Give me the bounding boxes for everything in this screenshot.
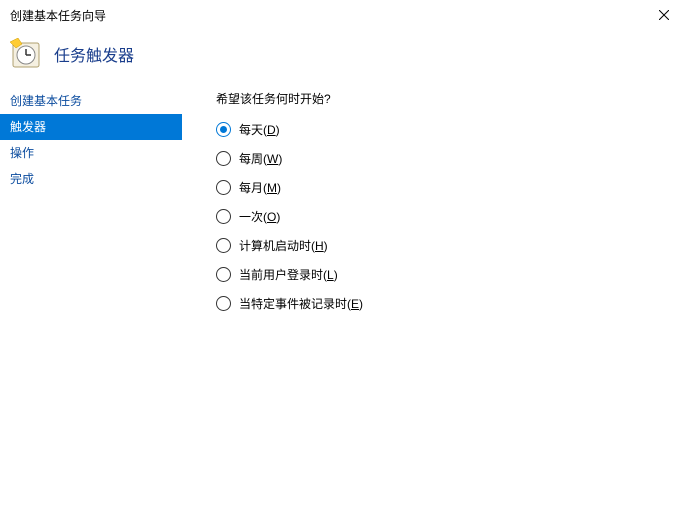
radio-label: 当特定事件被记录时(E) bbox=[239, 295, 363, 312]
radio-icon bbox=[216, 267, 231, 282]
radio-label: 每月(M) bbox=[239, 179, 281, 196]
sidebar-item-0[interactable]: 创建基本任务 bbox=[0, 88, 182, 114]
close-button[interactable] bbox=[644, 1, 684, 29]
page-title: 任务触发器 bbox=[54, 42, 134, 66]
sidebar: 创建基本任务触发器操作完成 bbox=[0, 88, 182, 506]
trigger-option-w[interactable]: 每周(W) bbox=[216, 150, 668, 167]
radio-icon bbox=[216, 296, 231, 311]
radio-icon bbox=[216, 122, 231, 137]
trigger-option-l[interactable]: 当前用户登录时(L) bbox=[216, 266, 668, 283]
close-icon bbox=[659, 10, 669, 20]
radio-icon bbox=[216, 151, 231, 166]
content-pane: 希望该任务何时开始? 每天(D) 每周(W) 每月(M) 一次(O) 计算机启动时(H)… bbox=[182, 88, 692, 506]
trigger-option-m[interactable]: 每月(M) bbox=[216, 179, 668, 196]
sidebar-item-3[interactable]: 完成 bbox=[0, 166, 182, 192]
radio-label: 计算机启动时(H) bbox=[239, 237, 328, 254]
window-title: 创建基本任务向导 bbox=[10, 7, 106, 24]
wizard-body: 创建基本任务触发器操作完成 希望该任务何时开始? 每天(D) 每周(W) 每月(M)… bbox=[0, 88, 692, 506]
trigger-option-h[interactable]: 计算机启动时(H) bbox=[216, 237, 668, 254]
sidebar-item-2[interactable]: 操作 bbox=[0, 140, 182, 166]
radio-label: 每周(W) bbox=[239, 150, 282, 167]
trigger-option-e[interactable]: 当特定事件被记录时(E) bbox=[216, 295, 668, 312]
trigger-options: 每天(D) 每周(W) 每月(M) 一次(O) 计算机启动时(H) 当前用户登录时(L) 当… bbox=[216, 121, 668, 312]
clock-wizard-icon bbox=[10, 38, 42, 70]
trigger-option-o[interactable]: 一次(O) bbox=[216, 208, 668, 225]
radio-label: 每天(D) bbox=[239, 121, 280, 138]
radio-label: 当前用户登录时(L) bbox=[239, 266, 338, 283]
titlebar: 创建基本任务向导 bbox=[0, 0, 692, 30]
radio-icon bbox=[216, 238, 231, 253]
radio-icon bbox=[216, 180, 231, 195]
trigger-option-d[interactable]: 每天(D) bbox=[216, 121, 668, 138]
radio-label: 一次(O) bbox=[239, 208, 280, 225]
radio-icon bbox=[216, 209, 231, 224]
sidebar-item-1[interactable]: 触发器 bbox=[0, 114, 182, 140]
wizard-header: 任务触发器 bbox=[0, 30, 692, 88]
trigger-question: 希望该任务何时开始? bbox=[216, 88, 668, 107]
